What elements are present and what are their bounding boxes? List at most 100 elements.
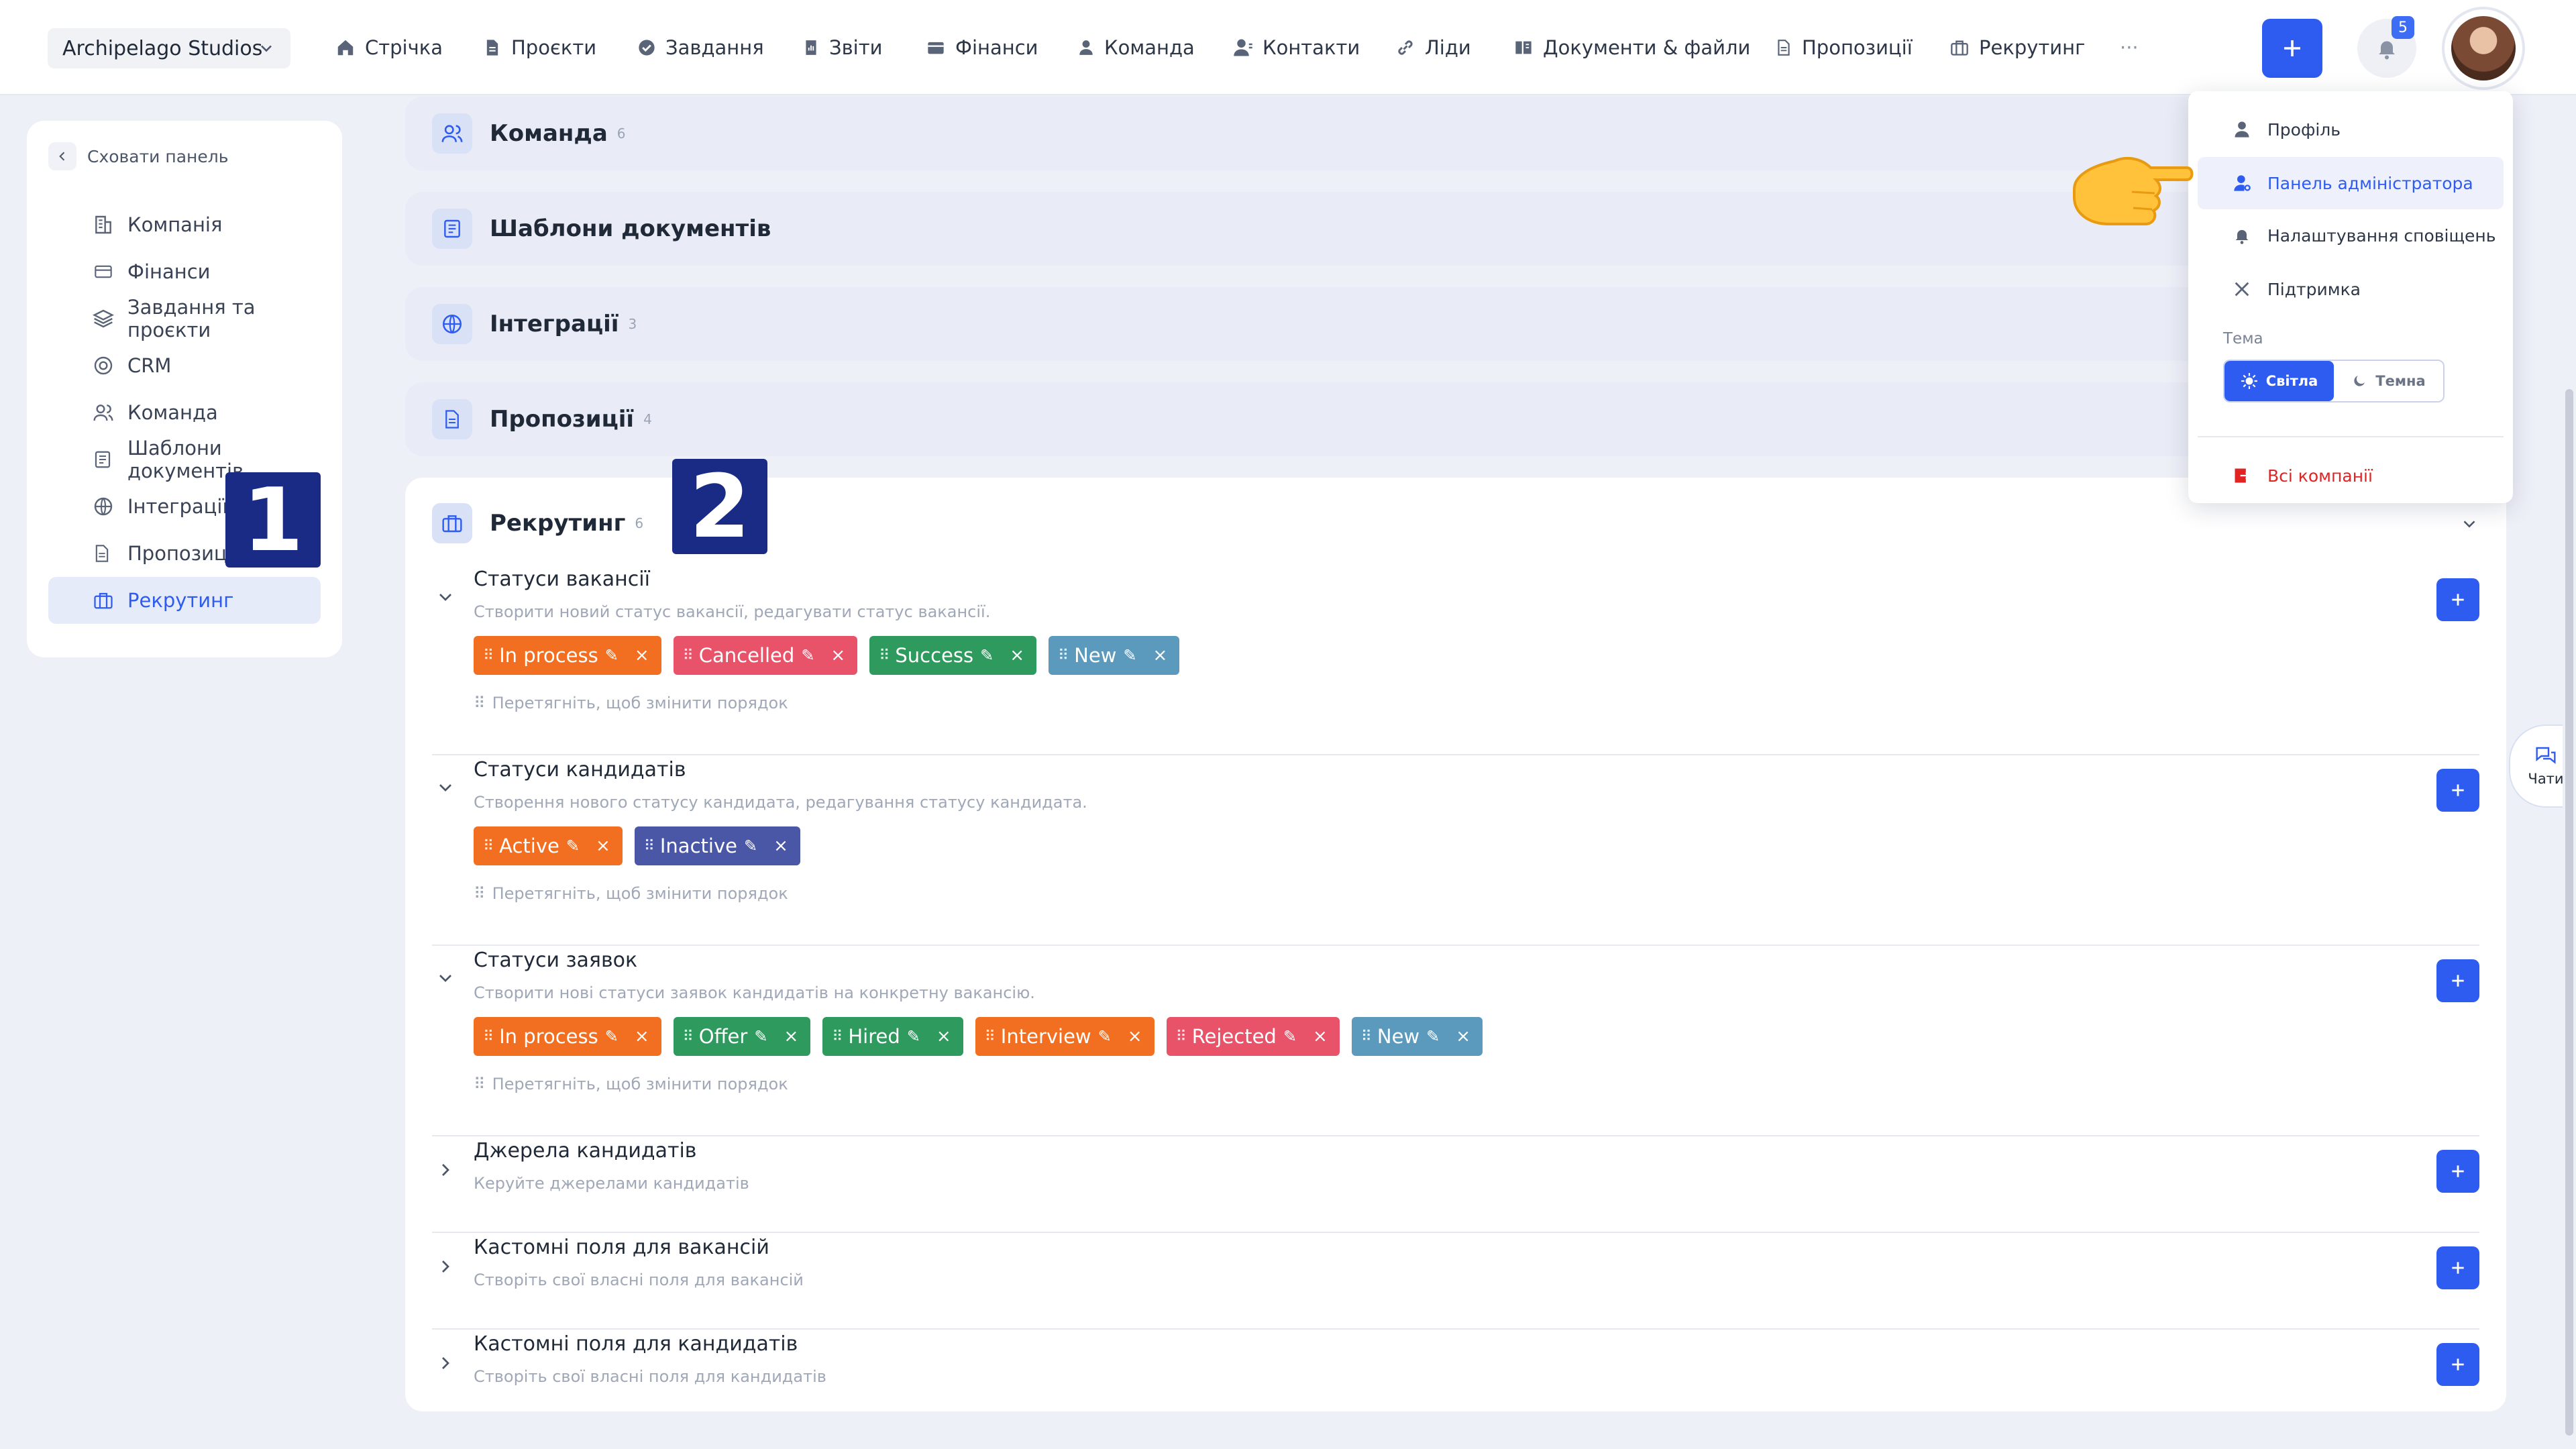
status-tag[interactable]: ⠿ New ✎ × <box>1351 1017 1483 1056</box>
edit-icon[interactable]: ✎ <box>1426 1027 1440 1046</box>
edit-icon[interactable]: ✎ <box>754 1027 767 1046</box>
close-icon[interactable]: × <box>635 645 649 665</box>
status-tag[interactable]: ⠿ Offer ✎ × <box>673 1017 811 1056</box>
sidebar-item-company[interactable]: Компанія <box>48 201 321 248</box>
subsection-vacancy-custom-fields[interactable]: Кастомні поля для вакансій Створіть свої… <box>432 1233 2479 1330</box>
nav-item-recruiting[interactable]: Рекрутинг <box>1949 30 2085 66</box>
menu-item-all-companies[interactable]: Всі компанії <box>2198 449 2504 502</box>
nav-item-documents[interactable]: Документи & файли <box>1513 30 1750 66</box>
status-tag[interactable]: ⠿ Cancelled ✎ × <box>673 636 858 675</box>
drag-handle-icon[interactable]: ⠿ <box>1058 647 1069 664</box>
sidebar-item-team[interactable]: Команда <box>48 389 321 436</box>
edit-icon[interactable]: ✎ <box>605 646 619 665</box>
drag-handle-icon[interactable]: ⠿ <box>483 1028 494 1045</box>
nav-item-finance[interactable]: Фінанси <box>926 30 1038 66</box>
edit-icon[interactable]: ✎ <box>744 837 757 855</box>
chevron-right-icon[interactable] <box>435 1256 456 1277</box>
edit-icon[interactable]: ✎ <box>605 1027 619 1046</box>
theme-light-option[interactable]: Світла <box>2224 361 2334 401</box>
hide-panel-toggle[interactable] <box>48 142 76 170</box>
nav-item-feed[interactable]: Стрічка <box>335 30 443 66</box>
menu-item-support[interactable]: Підтримка <box>2198 263 2504 315</box>
nav-item-contacts[interactable]: Контакти <box>1233 30 1360 66</box>
close-icon[interactable]: × <box>830 645 845 665</box>
subsection-candidate-custom-fields[interactable]: Кастомні поля для кандидатів Створіть св… <box>432 1330 2479 1403</box>
nav-item-projects[interactable]: Проєкти <box>483 30 596 66</box>
drag-handle-icon[interactable]: ⠿ <box>483 647 494 664</box>
theme-dark-option[interactable]: Темна <box>2334 361 2443 401</box>
drag-handle-icon[interactable]: ⠿ <box>644 838 655 855</box>
add-application-status-button[interactable] <box>2436 959 2479 1002</box>
status-tag[interactable]: ⠿ New ✎ × <box>1049 636 1180 675</box>
edit-icon[interactable]: ✎ <box>1098 1027 1112 1046</box>
status-tag[interactable]: ⠿ Interview ✎ × <box>975 1017 1155 1056</box>
menu-item-notification-settings[interactable]: Налаштування сповіщень <box>2198 209 2504 262</box>
section-header[interactable]: Рекрутинг 6 <box>432 495 643 551</box>
menu-item-profile[interactable]: Профіль <box>2198 103 2504 156</box>
edit-icon[interactable]: ✎ <box>1283 1027 1297 1046</box>
status-tag[interactable]: ⠿ Hired ✎ × <box>822 1017 963 1056</box>
drag-handle-icon[interactable]: ⠿ <box>879 647 890 664</box>
chevron-down-icon[interactable] <box>435 586 456 608</box>
close-icon[interactable]: × <box>596 836 610 856</box>
drag-handle-icon[interactable]: ⠿ <box>483 838 494 855</box>
drag-handle-icon[interactable]: ⠿ <box>683 1028 694 1045</box>
close-icon[interactable]: × <box>773 836 788 856</box>
drag-handle-icon[interactable]: ⠿ <box>985 1028 996 1045</box>
close-icon[interactable]: × <box>784 1026 798 1046</box>
add-new-button[interactable] <box>2262 19 2322 78</box>
close-icon[interactable]: × <box>936 1026 951 1046</box>
add-candidate-source-button[interactable] <box>2436 1150 2479 1193</box>
subsection-candidate-sources[interactable]: Джерела кандидатів Керуйте джерелами кан… <box>432 1136 2479 1233</box>
chevron-down-icon[interactable] <box>435 777 456 798</box>
menu-item-admin-panel[interactable]: Панель адміністратора <box>2198 157 2504 209</box>
edit-icon[interactable]: ✎ <box>801 646 814 665</box>
nav-item-team[interactable]: Команда <box>1077 30 1195 66</box>
add-candidate-status-button[interactable] <box>2436 769 2479 812</box>
drag-handle-icon[interactable]: ⠿ <box>832 1028 843 1045</box>
drag-hint: ⠿ Перетягніть, щоб змінити порядок <box>474 884 788 903</box>
target-icon <box>94 356 113 375</box>
sidebar-item-recruiting[interactable]: Рекрутинг <box>48 577 321 624</box>
status-tag[interactable]: ⠿ Rejected ✎ × <box>1166 1017 1340 1056</box>
status-tag[interactable]: ⠿ Inactive ✎ × <box>634 826 800 865</box>
chevron-down-icon[interactable] <box>2459 514 2479 534</box>
nav-more-button[interactable]: ··· <box>2120 30 2139 66</box>
nav-item-proposals[interactable]: Пропозиції <box>1775 30 1913 66</box>
drag-handle-icon[interactable]: ⠿ <box>683 647 694 664</box>
add-vacancy-field-button[interactable] <box>2436 1246 2479 1289</box>
sidebar-item-finance[interactable]: Фінанси <box>48 248 321 295</box>
sidebar-item-crm[interactable]: CRM <box>48 342 321 389</box>
status-tag[interactable]: ⠿ Success ✎ × <box>869 636 1036 675</box>
scrollbar-thumb[interactable] <box>2565 389 2573 1436</box>
chevron-right-icon[interactable] <box>435 1159 456 1181</box>
nav-item-tasks[interactable]: Завдання <box>637 30 764 66</box>
add-candidate-field-button[interactable] <box>2436 1343 2479 1386</box>
edit-icon[interactable]: ✎ <box>566 837 580 855</box>
company-selector[interactable]: Archipelago Studios <box>48 28 290 68</box>
edit-icon[interactable]: ✎ <box>1123 646 1136 665</box>
close-icon[interactable]: × <box>1128 1026 1142 1046</box>
nav-item-leads[interactable]: Ліди <box>1395 30 1471 66</box>
chevron-down-icon[interactable] <box>435 967 456 989</box>
drag-handle-icon[interactable]: ⠿ <box>1176 1028 1187 1045</box>
close-icon[interactable]: × <box>635 1026 649 1046</box>
status-tag[interactable]: ⠿ In process ✎ × <box>474 1017 661 1056</box>
step-badge-2: 2 <box>672 459 767 554</box>
nav-item-reports[interactable]: Звіти <box>802 30 882 66</box>
status-tag[interactable]: ⠿ In process ✎ × <box>474 636 661 675</box>
user-avatar-button[interactable] <box>2442 7 2525 90</box>
close-icon[interactable]: × <box>1313 1026 1328 1046</box>
drag-handle-icon[interactable]: ⠿ <box>1361 1028 1372 1045</box>
sidebar-item-label: Завдання та проєкти <box>127 296 256 341</box>
sidebar-item-tasks-projects[interactable]: Завдання та проєкти <box>48 295 321 342</box>
edit-icon[interactable]: ✎ <box>907 1027 920 1046</box>
add-vacancy-status-button[interactable] <box>2436 578 2479 621</box>
close-icon[interactable]: × <box>1456 1026 1470 1046</box>
chevron-right-icon[interactable] <box>435 1352 456 1374</box>
close-icon[interactable]: × <box>1010 645 1024 665</box>
close-icon[interactable]: × <box>1153 645 1168 665</box>
status-tag[interactable]: ⠿ Active ✎ × <box>474 826 623 865</box>
edit-icon[interactable]: ✎ <box>980 646 994 665</box>
hide-panel-button[interactable]: Сховати панель <box>48 142 228 170</box>
